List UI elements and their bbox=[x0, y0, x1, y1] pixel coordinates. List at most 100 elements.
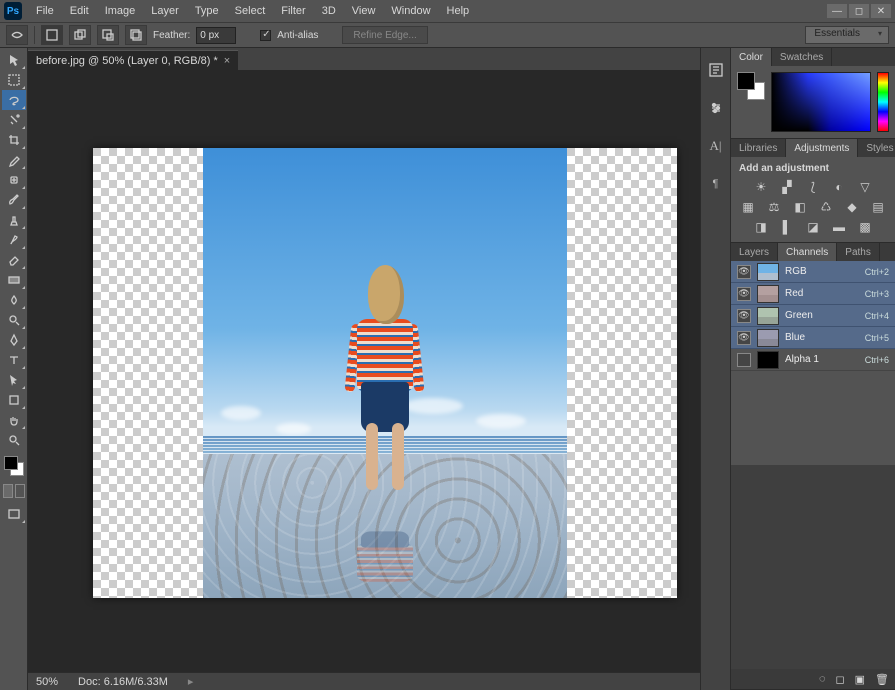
channelmixer-icon[interactable]: ◆ bbox=[844, 200, 860, 214]
image-board bbox=[93, 148, 677, 598]
posterize-icon[interactable]: ▌ bbox=[779, 220, 795, 234]
new-channel-icon[interactable]: ▣ bbox=[855, 673, 865, 686]
channel-row[interactable]: 👁RedCtrl+3 bbox=[731, 283, 895, 305]
eraser-tool[interactable] bbox=[2, 250, 26, 270]
menu-edit[interactable]: Edit bbox=[62, 0, 97, 22]
menu-layer[interactable]: Layer bbox=[143, 0, 187, 22]
canvas[interactable] bbox=[28, 70, 700, 672]
doc-size[interactable]: Doc: 6.16M/6.33M bbox=[78, 676, 168, 688]
menu-image[interactable]: Image bbox=[97, 0, 144, 22]
libraries-tab[interactable]: Libraries bbox=[731, 139, 786, 157]
styles-tab[interactable]: Styles bbox=[858, 139, 895, 157]
panel-fgbg-colors[interactable] bbox=[737, 72, 765, 100]
tool-preset-picker[interactable] bbox=[6, 25, 28, 45]
menu-file[interactable]: File bbox=[28, 0, 62, 22]
brightness-icon[interactable]: ☀ bbox=[753, 180, 769, 194]
channel-shortcut: Ctrl+3 bbox=[865, 289, 889, 299]
add-selection-mode[interactable] bbox=[69, 25, 91, 45]
feather-input[interactable] bbox=[196, 27, 236, 44]
visibility-toggle[interactable]: 👁 bbox=[737, 353, 751, 367]
invert-icon[interactable]: ◨ bbox=[753, 220, 769, 234]
type-tool[interactable] bbox=[2, 350, 26, 370]
brush-tool[interactable] bbox=[2, 190, 26, 210]
marquee-tool[interactable] bbox=[2, 70, 26, 90]
selective-icon[interactable]: ▩ bbox=[857, 220, 873, 234]
screen-mode-button[interactable] bbox=[2, 504, 26, 524]
adjustments-tab[interactable]: Adjustments bbox=[786, 139, 858, 157]
gradientmap-icon[interactable]: ▬ bbox=[831, 220, 847, 234]
lasso-tool[interactable] bbox=[2, 90, 26, 110]
paths-tab[interactable]: Paths bbox=[837, 243, 880, 261]
curves-icon[interactable]: ⟅ bbox=[805, 180, 821, 194]
quick-selection-tool[interactable] bbox=[2, 110, 26, 130]
adjustments-panel: Libraries Adjustments Styles Add an adju… bbox=[731, 139, 895, 243]
visibility-toggle[interactable]: 👁 bbox=[737, 309, 751, 323]
crop-tool[interactable] bbox=[2, 130, 26, 150]
history-brush-tool[interactable] bbox=[2, 230, 26, 250]
visibility-toggle[interactable]: 👁 bbox=[737, 287, 751, 301]
threshold-icon[interactable]: ◪ bbox=[805, 220, 821, 234]
path-selection-tool[interactable] bbox=[2, 370, 26, 390]
menu-select[interactable]: Select bbox=[227, 0, 274, 22]
gradient-tool[interactable] bbox=[2, 270, 26, 290]
zoom-tool[interactable] bbox=[2, 430, 26, 450]
new-selection-mode[interactable] bbox=[41, 25, 63, 45]
character-panel-icon[interactable]: A| bbox=[706, 136, 726, 156]
window-close-button[interactable]: ✕ bbox=[871, 4, 891, 18]
layers-tab[interactable]: Layers bbox=[731, 243, 778, 261]
exposure-icon[interactable]: ◐ bbox=[831, 180, 847, 194]
visibility-toggle[interactable]: 👁 bbox=[737, 331, 751, 345]
paragraph-panel-icon[interactable]: ¶ bbox=[706, 174, 726, 194]
close-tab-icon[interactable]: × bbox=[224, 55, 230, 67]
menu-filter[interactable]: Filter bbox=[273, 0, 313, 22]
zoom-level[interactable]: 50% bbox=[36, 676, 58, 688]
intersect-selection-mode[interactable] bbox=[125, 25, 147, 45]
hue-icon[interactable]: ▦ bbox=[740, 200, 756, 214]
stamp-tool[interactable] bbox=[2, 210, 26, 230]
bw-icon[interactable]: ◧ bbox=[792, 200, 808, 214]
channel-row[interactable]: 👁GreenCtrl+4 bbox=[731, 305, 895, 327]
hue-slider[interactable] bbox=[877, 72, 889, 132]
document-tab-bar: before.jpg @ 50% (Layer 0, RGB/8) * × bbox=[28, 48, 700, 70]
history-panel-icon[interactable] bbox=[706, 60, 726, 80]
channel-row[interactable]: 👁BlueCtrl+5 bbox=[731, 327, 895, 349]
menu-view[interactable]: View bbox=[344, 0, 384, 22]
foreground-background-colors[interactable] bbox=[2, 454, 26, 478]
vibrance-icon[interactable]: ▽ bbox=[857, 180, 873, 194]
channel-row[interactable]: 👁RGBCtrl+2 bbox=[731, 261, 895, 283]
workspace-switcher[interactable]: Essentials bbox=[805, 26, 889, 44]
subtract-selection-mode[interactable] bbox=[97, 25, 119, 45]
delete-channel-icon[interactable]: 🗑 bbox=[875, 673, 889, 686]
colorlookup-icon[interactable]: ▤ bbox=[870, 200, 886, 214]
menu-3d[interactable]: 3D bbox=[314, 0, 344, 22]
shape-tool[interactable] bbox=[2, 390, 26, 410]
save-selection-icon[interactable]: ◻ bbox=[835, 673, 844, 686]
antialias-checkbox[interactable]: ✓ bbox=[260, 30, 271, 41]
properties-panel-icon[interactable] bbox=[706, 98, 726, 118]
hand-tool[interactable] bbox=[2, 410, 26, 430]
window-maximize-button[interactable]: ◻ bbox=[849, 4, 869, 18]
move-tool[interactable] bbox=[2, 50, 26, 70]
menu-help[interactable]: Help bbox=[439, 0, 478, 22]
pen-tool[interactable] bbox=[2, 330, 26, 350]
menu-window[interactable]: Window bbox=[383, 0, 438, 22]
eyedropper-tool[interactable] bbox=[2, 150, 26, 170]
healing-tool[interactable] bbox=[2, 170, 26, 190]
colorbalance-icon[interactable]: ⚖ bbox=[766, 200, 782, 214]
photofilter-icon[interactable]: ♺ bbox=[818, 200, 834, 214]
dodge-tool[interactable] bbox=[2, 310, 26, 330]
visibility-toggle[interactable]: 👁 bbox=[737, 265, 751, 279]
channels-tab[interactable]: Channels bbox=[778, 243, 837, 261]
quick-mask-toggle[interactable] bbox=[2, 484, 26, 500]
window-minimize-button[interactable]: — bbox=[827, 4, 847, 18]
blur-tool[interactable] bbox=[2, 290, 26, 310]
levels-icon[interactable]: ▞ bbox=[779, 180, 795, 194]
refine-edge-button[interactable]: Refine Edge... bbox=[342, 26, 427, 44]
color-field[interactable] bbox=[771, 72, 871, 132]
color-tab[interactable]: Color bbox=[731, 48, 772, 66]
load-selection-icon[interactable]: ◌ bbox=[819, 673, 826, 685]
channel-row[interactable]: 👁Alpha 1Ctrl+6 bbox=[731, 349, 895, 371]
menu-type[interactable]: Type bbox=[187, 0, 227, 22]
swatches-tab[interactable]: Swatches bbox=[772, 48, 832, 66]
document-tab[interactable]: before.jpg @ 50% (Layer 0, RGB/8) * × bbox=[28, 50, 238, 70]
